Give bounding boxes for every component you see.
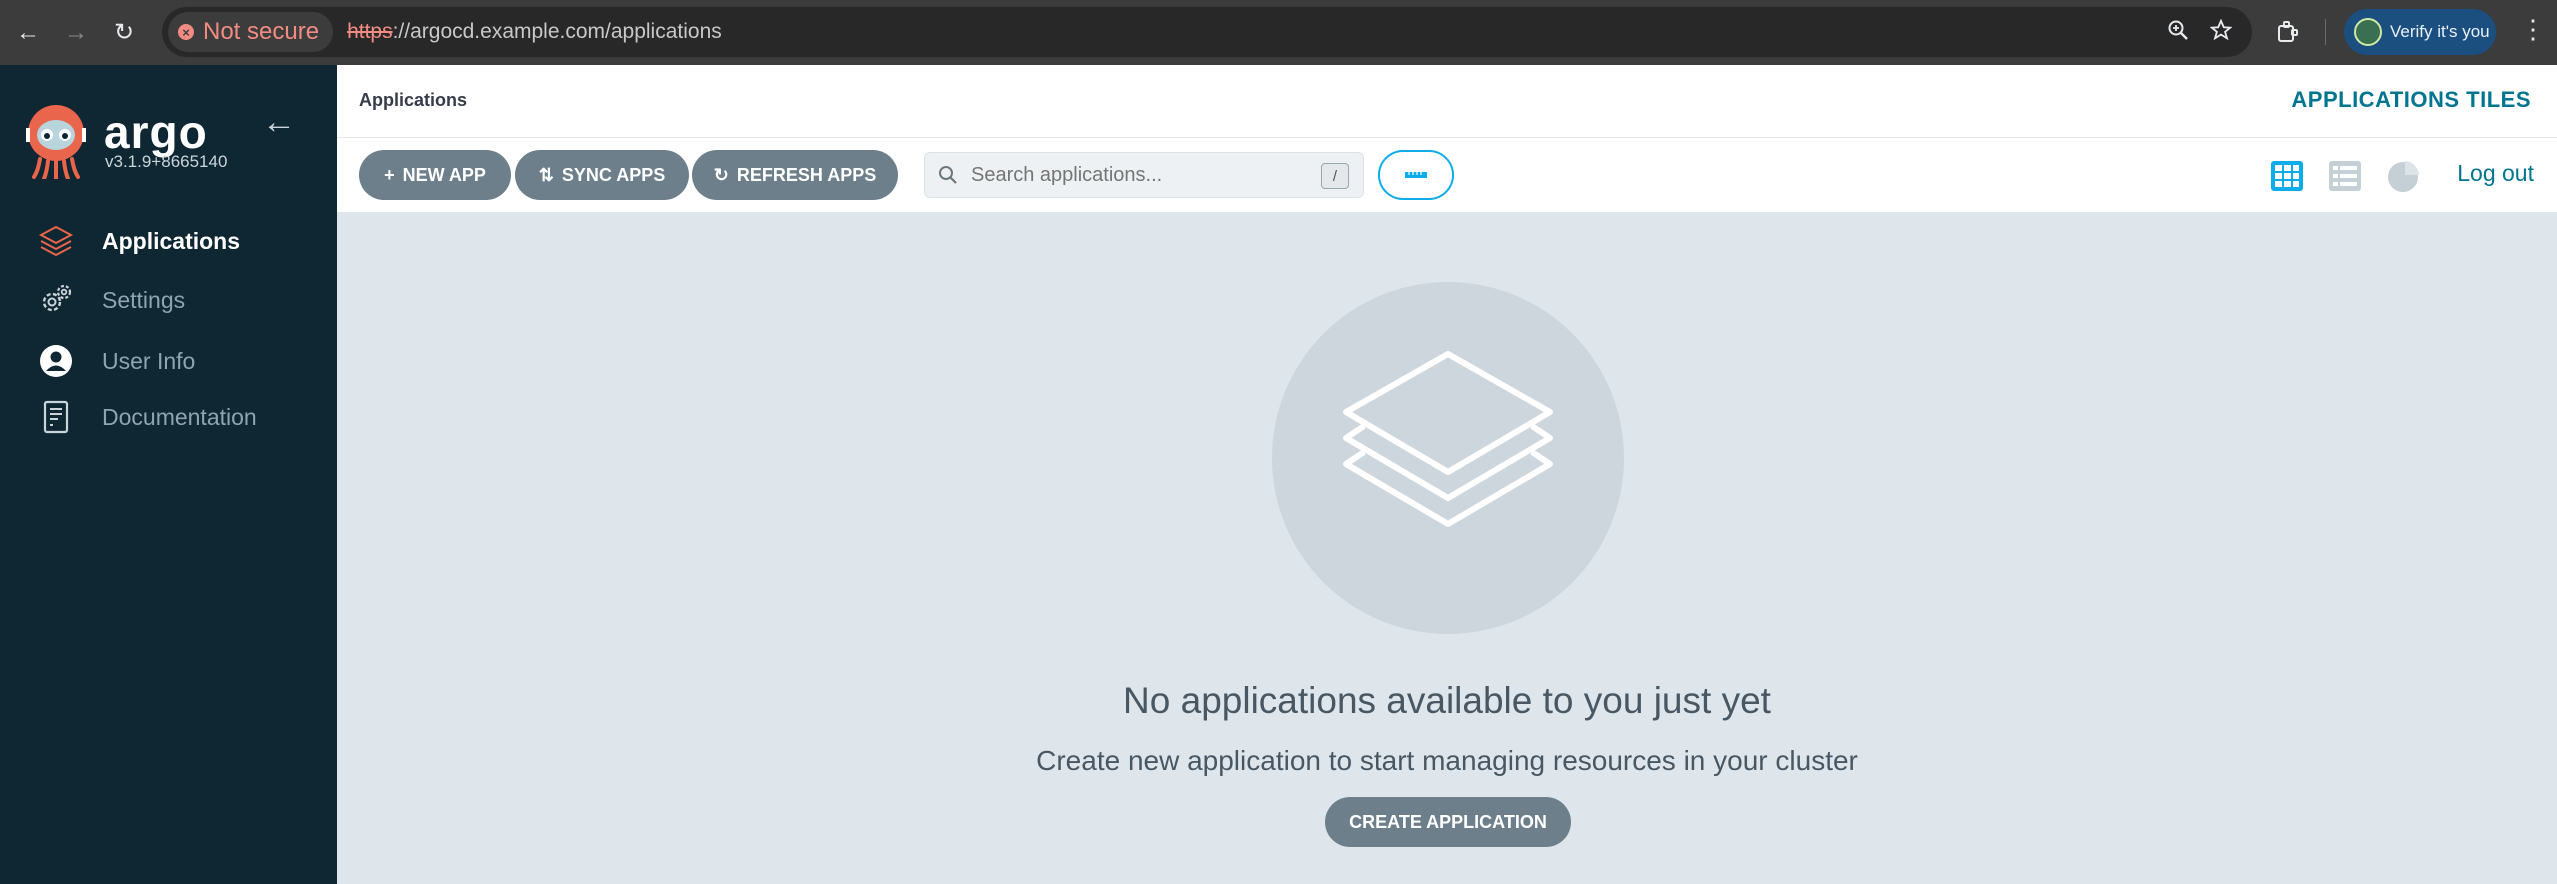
url-path: ://argocd.example.com/applications bbox=[392, 20, 722, 43]
sync-apps-label: SYNC APPS bbox=[561, 164, 666, 185]
create-application-button[interactable]: CREATE APPLICATION bbox=[1325, 797, 1571, 847]
sidebar-item-label: Settings bbox=[102, 286, 186, 313]
forward-icon[interactable]: → bbox=[56, 13, 96, 53]
applications-toolbar: + NEW APP ⇅ SYNC APPS ↻ REFRESH APPS / L… bbox=[337, 138, 2557, 213]
search-applications[interactable]: / bbox=[924, 152, 1364, 198]
refresh-icon: ↻ bbox=[713, 164, 729, 185]
layers-icon bbox=[38, 223, 74, 259]
sidebar-item-documentation[interactable]: Documentation bbox=[38, 399, 257, 435]
sidebar-item-user-info[interactable]: User Info bbox=[38, 343, 195, 379]
warning-icon: × bbox=[178, 24, 194, 40]
new-app-button[interactable]: + NEW APP bbox=[359, 150, 511, 200]
browser-toolbar: ← → ↻ × Not secure https://argocd.exampl… bbox=[0, 0, 2557, 65]
toolbar-divider bbox=[2325, 19, 2326, 45]
refresh-apps-button[interactable]: ↻ REFRESH APPS bbox=[692, 150, 898, 200]
browser-menu-icon[interactable]: ⋮ bbox=[2520, 14, 2546, 45]
layers-icon bbox=[1343, 351, 1553, 527]
sync-icon: ⇅ bbox=[538, 164, 554, 185]
argo-octopus-logo bbox=[26, 105, 86, 179]
brand-name: argo bbox=[104, 106, 208, 158]
filter-bar-icon bbox=[1405, 172, 1427, 178]
tiles-view-icon[interactable] bbox=[2269, 158, 2305, 194]
collapse-sidebar-icon[interactable]: ← bbox=[262, 103, 296, 142]
sidebar-item-label: Applications bbox=[102, 227, 241, 254]
profile-verify-button[interactable]: Verify it's you bbox=[2344, 9, 2496, 55]
search-input[interactable] bbox=[971, 163, 1311, 187]
address-bar[interactable]: × Not secure https://argocd.example.com/… bbox=[162, 7, 2252, 57]
search-shortcut-hint: / bbox=[1321, 163, 1349, 189]
new-app-label: NEW APP bbox=[402, 164, 486, 185]
bookmark-star-icon[interactable] bbox=[2209, 18, 2233, 47]
url-text[interactable]: https://argocd.example.com/applications bbox=[347, 20, 722, 44]
sidebar-item-label: User Info bbox=[102, 347, 196, 374]
page-header: Applications APPLICATIONS TILES bbox=[337, 65, 2557, 138]
refresh-apps-label: REFRESH APPS bbox=[736, 164, 877, 185]
empty-state-subtitle: Create new application to start managing… bbox=[1036, 745, 1858, 776]
avatar bbox=[2354, 18, 2382, 46]
logout-link[interactable]: Log out bbox=[2457, 160, 2534, 187]
sync-apps-button[interactable]: ⇅ SYNC APPS bbox=[515, 150, 689, 200]
security-label: Not secure bbox=[203, 18, 320, 45]
sidebar-item-applications[interactable]: Applications bbox=[38, 223, 240, 259]
sidebar: argo v3.1.9+8665140 ← Applications Setti… bbox=[0, 65, 337, 884]
url-scheme: https bbox=[347, 20, 393, 43]
sidebar-item-label: Documentation bbox=[102, 403, 257, 430]
version-label: v3.1.9+8665140 bbox=[105, 152, 228, 171]
reload-icon[interactable]: ↻ bbox=[104, 13, 144, 53]
page-title: APPLICATIONS TILES bbox=[2291, 87, 2531, 112]
user-circle-icon bbox=[38, 343, 74, 379]
profile-label: Verify it's you bbox=[2390, 22, 2490, 41]
list-view-icon[interactable] bbox=[2327, 158, 2363, 194]
filters-toggle-button[interactable] bbox=[1378, 150, 1454, 200]
book-icon bbox=[38, 399, 74, 435]
back-icon[interactable]: ← bbox=[8, 13, 48, 53]
breadcrumb[interactable]: Applications bbox=[359, 90, 467, 111]
gears-icon bbox=[38, 282, 74, 318]
plus-icon: + bbox=[384, 164, 395, 185]
empty-state-title: No applications available to you just ye… bbox=[1123, 680, 1771, 721]
extensions-icon[interactable] bbox=[2276, 20, 2300, 49]
search-icon bbox=[939, 166, 957, 184]
security-chip[interactable]: × Not secure bbox=[168, 12, 334, 52]
sidebar-item-settings[interactable]: Settings bbox=[38, 282, 185, 318]
empty-state-illustration bbox=[1272, 282, 1624, 634]
zoom-icon[interactable] bbox=[2167, 19, 2189, 47]
pie-chart-view-icon[interactable] bbox=[2385, 158, 2421, 194]
